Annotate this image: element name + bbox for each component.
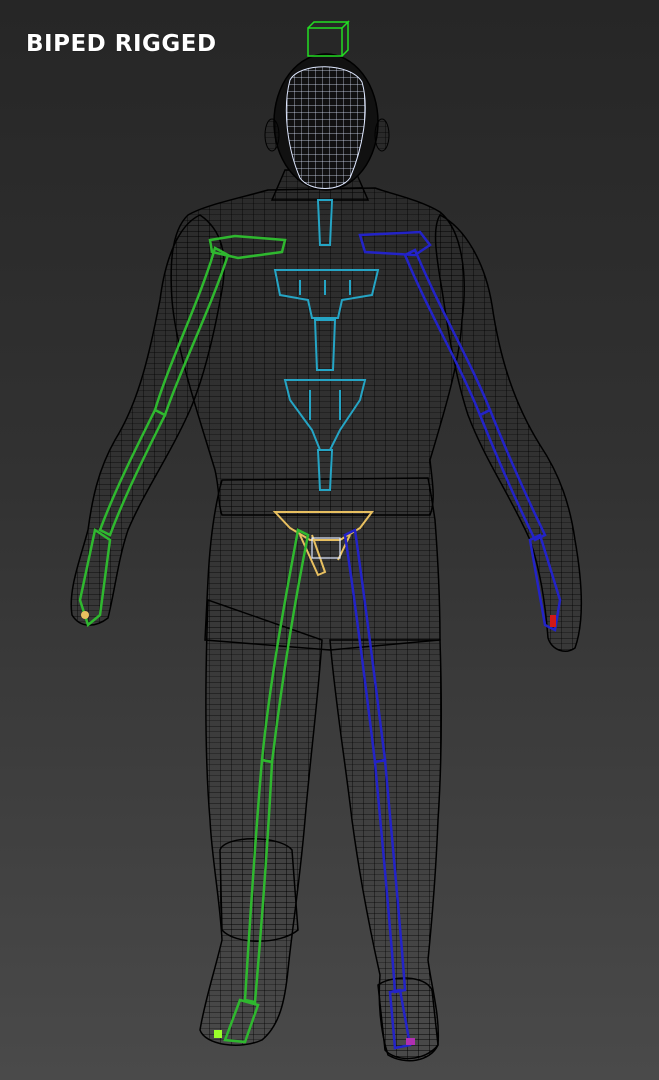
3d-viewport[interactable]: BIPED RIGGED <box>0 0 659 1080</box>
leg-mesh-left <box>199 598 323 1046</box>
toe-accent-left <box>214 1030 222 1038</box>
right-finger-accent <box>550 615 556 627</box>
head-control-icon[interactable] <box>307 20 350 57</box>
left-hand-accent <box>81 611 89 619</box>
head-mesh <box>264 53 390 191</box>
boot-mesh-left <box>219 838 299 942</box>
body-mesh <box>70 169 583 1062</box>
arm-mesh-right <box>434 214 583 652</box>
biped-wireframe-scene <box>70 20 583 1062</box>
toe-accent-right <box>406 1038 415 1045</box>
